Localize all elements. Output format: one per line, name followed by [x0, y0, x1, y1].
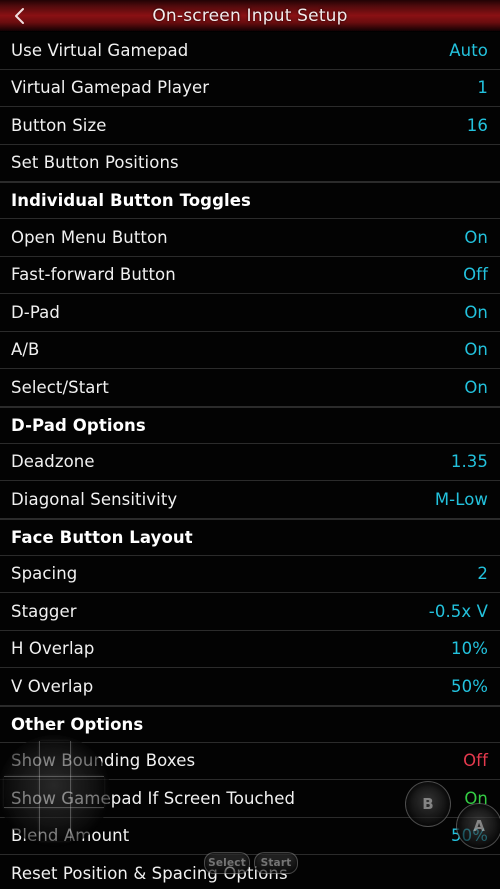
gamepad-button-start-label: Start — [260, 857, 292, 869]
on-screen-input-setup-screen: On-screen Input Setup Use Virtual Gamepa… — [0, 0, 500, 889]
setting-label: D-Pad — [11, 302, 60, 322]
section-header-label: Face Button Layout — [11, 527, 193, 547]
setting-label: Button Size — [11, 115, 107, 135]
setting-value: M-Low — [434, 489, 488, 509]
setting-label: Fast-forward Button — [11, 265, 176, 285]
setting-value: 10% — [451, 639, 488, 659]
setting-value: On — [464, 302, 488, 322]
gamepad-button-select[interactable]: Select — [204, 852, 250, 874]
section-header-label: Other Options — [11, 714, 144, 734]
setting-row-d-pad[interactable]: D-Pad On — [0, 294, 500, 332]
setting-value: Off — [463, 265, 488, 285]
dpad-vertical-arm — [39, 741, 71, 841]
page-title: On-screen Input Setup — [152, 5, 348, 26]
setting-value: 1.35 — [450, 452, 488, 472]
setting-label: H Overlap — [11, 639, 95, 659]
setting-label: Spacing — [11, 564, 78, 584]
gamepad-button-start[interactable]: Start — [254, 852, 298, 874]
setting-value: On — [464, 340, 488, 360]
setting-row-spacing[interactable]: Spacing 2 — [0, 555, 500, 593]
section-header-other-options: Other Options — [0, 705, 500, 743]
setting-label: A/B — [11, 340, 40, 360]
section-header-label: Individual Button Toggles — [11, 191, 251, 210]
section-header-d-pad-options: D-Pad Options — [0, 406, 500, 444]
setting-row-h-overlap[interactable]: H Overlap 10% — [0, 630, 500, 668]
gamepad-button-b-label: B — [422, 795, 434, 813]
setting-row-set-button-positions[interactable]: Set Button Positions — [0, 144, 500, 182]
back-button[interactable] — [0, 0, 40, 32]
setting-value: -0.5x V — [428, 601, 488, 621]
setting-row-button-size[interactable]: Button Size 16 — [0, 107, 500, 145]
dpad-icon[interactable] — [0, 735, 110, 847]
gamepad-button-a[interactable]: A — [456, 803, 500, 849]
setting-value: 50% — [451, 676, 488, 696]
setting-label: Open Menu Button — [11, 227, 168, 247]
setting-row-open-menu-button[interactable]: Open Menu Button On — [0, 219, 500, 257]
setting-row-v-overlap[interactable]: V Overlap 50% — [0, 668, 500, 706]
setting-row-stagger[interactable]: Stagger -0.5x V — [0, 593, 500, 631]
setting-row-select-start[interactable]: Select/Start On — [0, 369, 500, 407]
setting-label: Set Button Positions — [11, 153, 179, 173]
setting-row-use-virtual-gamepad[interactable]: Use Virtual Gamepad Auto — [0, 32, 500, 70]
setting-value: On — [464, 227, 488, 247]
setting-label: Stagger — [11, 601, 77, 621]
setting-value: 1 — [477, 78, 488, 98]
setting-label: Select/Start — [11, 377, 109, 397]
section-header-label: D-Pad Options — [11, 415, 146, 435]
setting-value: On — [464, 377, 488, 397]
setting-value: 2 — [477, 564, 488, 584]
setting-row-fast-forward-button[interactable]: Fast-forward Button Off — [0, 256, 500, 294]
titlebar: On-screen Input Setup — [0, 0, 500, 32]
setting-row-reset-position-spacing-options[interactable]: Reset Position & Spacing Options — [0, 855, 500, 889]
gamepad-button-select-label: Select — [208, 857, 246, 869]
setting-label: Virtual Gamepad Player — [11, 78, 210, 98]
setting-row-deadzone[interactable]: Deadzone 1.35 — [0, 443, 500, 481]
gamepad-button-b[interactable]: B — [405, 781, 451, 827]
chevron-left-icon — [15, 8, 24, 24]
setting-value: Auto — [449, 40, 488, 60]
setting-row-a-b[interactable]: A/B On — [0, 331, 500, 369]
setting-label: Diagonal Sensitivity — [11, 489, 178, 509]
setting-value: 16 — [466, 115, 488, 135]
setting-row-diagonal-sensitivity[interactable]: Diagonal Sensitivity M-Low — [0, 481, 500, 519]
setting-row-virtual-gamepad-player[interactable]: Virtual Gamepad Player 1 — [0, 69, 500, 107]
setting-label: Deadzone — [11, 452, 95, 472]
setting-value: Off — [463, 751, 488, 771]
setting-label: V Overlap — [11, 676, 94, 696]
gamepad-button-a-label: A — [473, 817, 485, 835]
section-header-face-button-layout: Face Button Layout — [0, 518, 500, 556]
setting-label: Use Virtual Gamepad — [11, 40, 189, 60]
section-header-individual-button-toggles: Individual Button Toggles — [0, 182, 500, 219]
